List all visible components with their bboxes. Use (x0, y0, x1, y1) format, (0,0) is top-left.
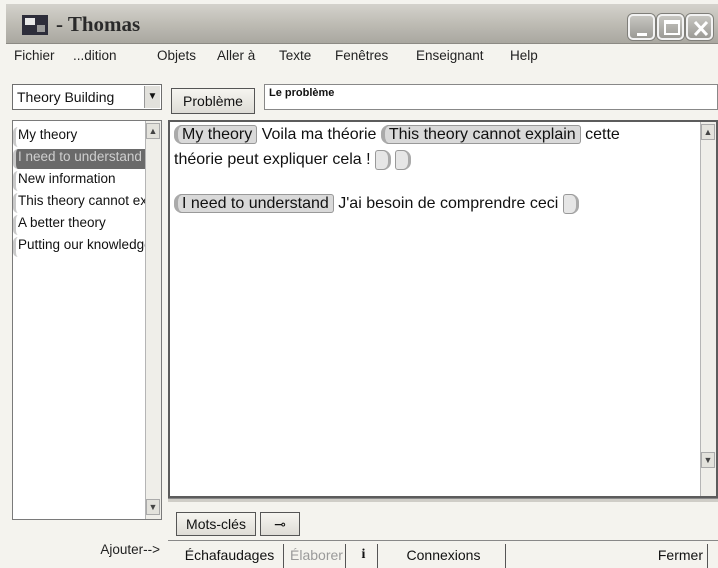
menu-objets[interactable]: Objets (157, 48, 196, 63)
scaffold-end-marker[interactable] (395, 150, 412, 170)
minimize-button[interactable] (628, 14, 655, 40)
scroll-up-icon[interactable]: ▲ (701, 124, 715, 140)
editor-text: J'ai besoin de comprendre ceci (338, 195, 559, 213)
editor-line-3: I need to understand J'ai besoin de comp… (174, 194, 579, 214)
info-icon: i (361, 547, 366, 562)
scaffolds-tab[interactable]: Échafaudages (176, 544, 284, 568)
scaffold-tag[interactable]: This theory cannot explain (380, 125, 581, 144)
menu-fichier[interactable]: Fichier (14, 48, 55, 63)
menu-fenetres[interactable]: Fenêtres (335, 48, 388, 63)
view-select-value: Theory Building (17, 89, 115, 105)
info-button[interactable]: i (350, 544, 378, 568)
view-select[interactable]: Theory Building ▼ (12, 84, 162, 110)
list-item[interactable]: A better theory (13, 215, 145, 235)
note-editor[interactable]: My theory Voila ma théorie This theory c… (168, 120, 718, 498)
scaffold-end-marker[interactable] (562, 194, 579, 214)
editor-text: théorie peut expliquer cela ! (174, 151, 371, 169)
title-bar[interactable]: - Thomas (6, 4, 718, 44)
notes-scrollbar[interactable]: ▲ ▼ (145, 121, 161, 519)
editor-line-1: My theory Voila ma théorie This theory c… (174, 125, 620, 144)
menu-bar: Fichier ...dition Objets Aller à Texte F… (6, 46, 718, 68)
editor-text: Voila ma théorie (261, 126, 377, 143)
window-title: - Thomas (56, 12, 141, 36)
close-icon (693, 20, 709, 37)
link-button[interactable]: ⊸ (260, 512, 300, 536)
list-item[interactable]: This theory cannot explain (13, 193, 145, 213)
scroll-up-icon[interactable]: ▲ (146, 123, 160, 139)
scroll-down-icon[interactable]: ▼ (146, 499, 160, 515)
list-item-selected[interactable]: I need to understand (13, 149, 145, 169)
list-item[interactable]: New information (13, 171, 145, 191)
connections-tab[interactable]: Connexions (382, 544, 506, 568)
menu-edition[interactable]: ...dition (73, 48, 117, 63)
link-icon: ⊸ (274, 516, 286, 532)
app-icon (22, 15, 48, 35)
notes-list: My theory I need to understand New infor… (12, 120, 162, 520)
scaffold-end-marker[interactable] (375, 150, 392, 170)
problem-field[interactable]: Le problème (264, 84, 718, 110)
menu-aller-a[interactable]: Aller à (217, 48, 255, 63)
scaffold-tag[interactable]: I need to understand (174, 194, 334, 214)
close-button[interactable]: Fermer (640, 544, 708, 568)
add-button[interactable]: Ajouter--> (16, 542, 160, 562)
maximize-icon (664, 20, 680, 35)
editor-scrollbar[interactable]: ▲ ▼ (700, 122, 716, 496)
editor-divider (168, 498, 718, 502)
problem-button[interactable]: Problème (171, 88, 255, 114)
editor-text: cette (585, 126, 620, 143)
scroll-down-icon[interactable]: ▼ (701, 452, 715, 468)
minimize-icon (637, 33, 647, 36)
menu-enseignant[interactable]: Enseignant (416, 48, 484, 63)
scaffold-tag[interactable]: My theory (174, 125, 258, 144)
editor-line-2: théorie peut expliquer cela ! (174, 150, 412, 170)
chevron-down-icon[interactable]: ▼ (144, 86, 160, 108)
list-item[interactable]: Putting our knowledge together (13, 237, 145, 257)
keywords-button[interactable]: Mots-clés (176, 512, 256, 536)
maximize-button[interactable] (657, 14, 684, 40)
menu-texte[interactable]: Texte (279, 48, 311, 63)
elaborate-tab[interactable]: Élaborer (288, 544, 346, 568)
list-item[interactable]: My theory (13, 127, 145, 147)
menu-help[interactable]: Help (510, 48, 538, 63)
close-window-button[interactable] (686, 14, 713, 40)
